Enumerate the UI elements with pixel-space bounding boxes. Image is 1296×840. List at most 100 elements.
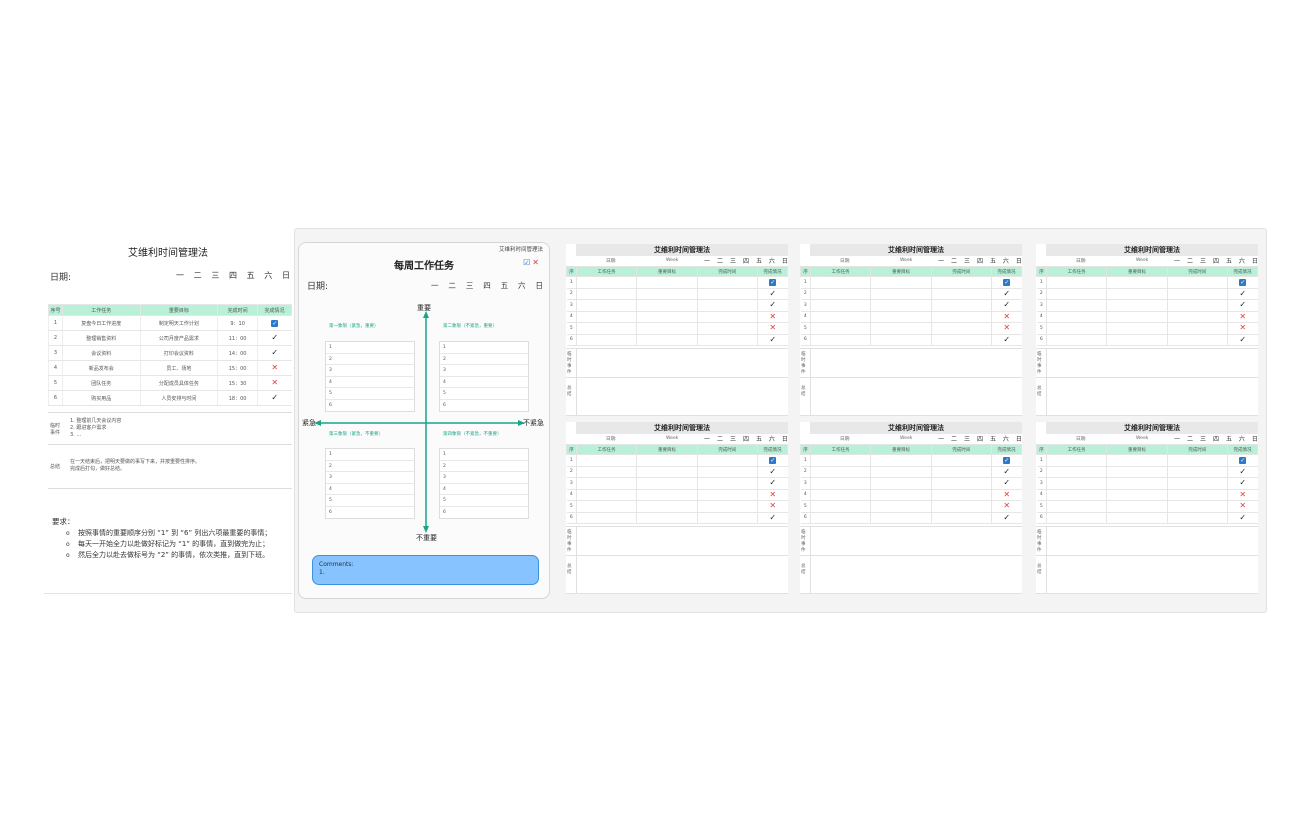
task-cell[interactable] [575, 512, 637, 524]
task-cell[interactable] [575, 489, 637, 501]
weekday[interactable]: 三 [1200, 434, 1206, 443]
task-cell[interactable] [575, 500, 637, 513]
table-row[interactable]: 6 ✓ [800, 512, 1022, 524]
task-cell[interactable] [1045, 454, 1107, 467]
table-row[interactable]: 2 ✓ [800, 288, 1022, 300]
time-cell[interactable]: 11：00 [217, 330, 258, 346]
goal-cell[interactable]: 人员安排与时间 [139, 390, 218, 406]
weekday[interactable]: 一 [938, 434, 944, 443]
table-row[interactable]: 2 ✓ [566, 466, 788, 478]
task-cell[interactable] [809, 477, 871, 490]
temporary-events[interactable]: 临时事件 [1036, 348, 1258, 378]
table-row[interactable]: 4 ✕ [566, 489, 788, 501]
checkbox-icon[interactable]: ✓ [1239, 278, 1247, 286]
time-cell[interactable] [696, 288, 758, 300]
task-cell[interactable] [575, 276, 637, 289]
goal-cell[interactable] [1106, 288, 1168, 300]
goal-cell[interactable] [1106, 512, 1168, 524]
status-cell[interactable]: ✓ [757, 512, 788, 524]
status-cell[interactable]: ✕ [757, 489, 788, 501]
task-cell[interactable] [575, 466, 637, 478]
weekday[interactable]: 五 [1226, 434, 1232, 443]
task-cell[interactable] [809, 334, 871, 346]
table-row[interactable]: 6 ✓ [566, 334, 788, 346]
time-cell[interactable] [696, 466, 758, 478]
weekday[interactable]: 四 [229, 270, 237, 281]
weekday[interactable]: 日 [1252, 434, 1258, 443]
time-cell[interactable] [1166, 466, 1228, 478]
table-row[interactable]: 1 ✓ [566, 454, 788, 467]
weekday[interactable]: 四 [1213, 434, 1219, 443]
status-cell[interactable]: ✓ [991, 454, 1022, 467]
weekday[interactable]: 四 [977, 434, 983, 443]
status-cell[interactable]: ✓ [1227, 477, 1258, 490]
weekday[interactable]: 日 [1252, 256, 1258, 265]
time-cell[interactable] [696, 299, 758, 312]
status-cell[interactable]: ✕ [991, 311, 1022, 323]
status-cell[interactable]: ✕ [257, 375, 292, 391]
weekday[interactable]: 三 [964, 434, 970, 443]
status-cell[interactable]: ✓ [991, 276, 1022, 289]
time-cell[interactable]: 9：10 [217, 315, 258, 331]
weekday[interactable]: 五 [247, 270, 255, 281]
table-row[interactable]: 3 ✓ [566, 299, 788, 312]
table-row[interactable]: 6 ✓ [800, 334, 1022, 346]
checkbox-icon[interactable]: ✓ [769, 456, 777, 464]
status-cell[interactable]: ✕ [257, 360, 292, 376]
goal-cell[interactable] [870, 454, 932, 467]
goal-cell[interactable] [636, 334, 698, 346]
time-cell[interactable] [930, 299, 992, 312]
status-cell[interactable]: ✓ [991, 299, 1022, 312]
table-row[interactable]: 4 ✕ [1036, 489, 1258, 501]
goal-cell[interactable] [870, 466, 932, 478]
goal-cell[interactable] [636, 299, 698, 312]
table-row[interactable]: 5 ✕ [1036, 500, 1258, 513]
task-cell[interactable] [809, 322, 871, 335]
status-cell[interactable]: ✕ [1227, 311, 1258, 323]
task-cell[interactable]: 整理销售资料 [62, 330, 141, 346]
weekday[interactable]: 四 [743, 256, 749, 265]
checkbox-icon[interactable]: ✓ [1003, 278, 1011, 286]
quadrant-1-list[interactable]: 123456 [325, 341, 415, 412]
status-cell[interactable]: ✓ [1227, 288, 1258, 300]
time-cell[interactable] [930, 512, 992, 524]
goal-cell[interactable] [636, 322, 698, 335]
task-cell[interactable] [575, 288, 637, 300]
summary-section[interactable]: 总结 [1036, 556, 1258, 594]
task-cell[interactable] [1045, 299, 1107, 312]
table-row[interactable]: 1 ✓ [1036, 276, 1258, 289]
weekday[interactable]: 三 [730, 256, 736, 265]
time-cell[interactable] [1166, 489, 1228, 501]
table-row[interactable]: 3 ✓ [1036, 299, 1258, 312]
goal-cell[interactable] [870, 288, 932, 300]
status-cell[interactable]: ✕ [991, 489, 1022, 501]
table-row[interactable]: 2 ✓ [800, 466, 1022, 478]
status-cell[interactable]: ✓ [257, 315, 292, 331]
weekday[interactable]: 二 [1187, 434, 1193, 443]
status-cell[interactable]: ✓ [991, 477, 1022, 490]
table-row[interactable]: 3 会议资料 打印会议资料 14：00 ✓ [48, 345, 292, 361]
goal-cell[interactable] [1106, 454, 1168, 467]
status-cell[interactable]: ✕ [1227, 500, 1258, 513]
table-row[interactable]: 5 ✕ [566, 322, 788, 335]
summary-section[interactable]: 总结 [800, 378, 1022, 416]
quadrant-3-list[interactable]: 123456 [325, 448, 415, 519]
task-cell[interactable] [1045, 334, 1107, 346]
weekday[interactable]: 五 [1226, 256, 1232, 265]
status-cell[interactable]: ✓ [757, 477, 788, 490]
goal-cell[interactable] [636, 454, 698, 467]
status-cell[interactable]: ✓ [757, 276, 788, 289]
weekday[interactable]: 二 [194, 270, 202, 281]
goal-cell[interactable] [870, 311, 932, 323]
quadrant-2-list[interactable]: 123456 [439, 341, 529, 412]
goal-cell[interactable] [870, 500, 932, 513]
weekday[interactable]: 四 [977, 256, 983, 265]
task-cell[interactable] [1045, 276, 1107, 289]
mini-schedule-sheet[interactable]: 艾维利时间管理法 日期: Week 一二三四五六日 序 工作任务 重要目标 完成… [1036, 244, 1258, 416]
goal-cell[interactable]: 打印会议资料 [139, 345, 218, 361]
time-cell[interactable] [696, 454, 758, 467]
status-cell[interactable]: ✓ [757, 466, 788, 478]
table-row[interactable]: 5 ✕ [566, 500, 788, 513]
time-cell[interactable] [930, 322, 992, 335]
time-cell[interactable] [1166, 512, 1228, 524]
